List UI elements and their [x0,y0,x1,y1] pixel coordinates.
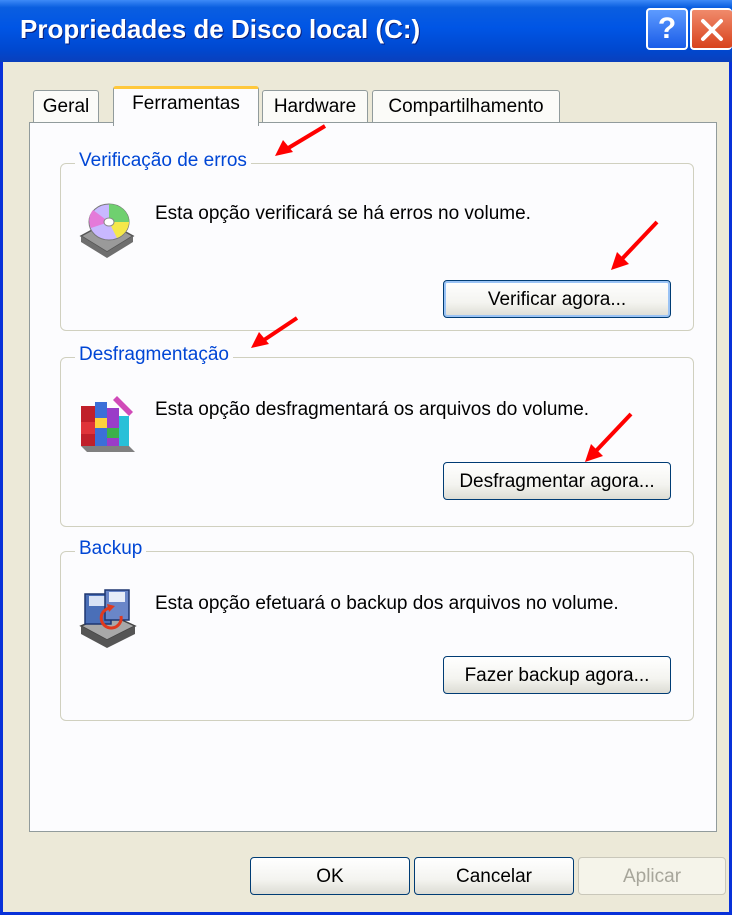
annotation-arrow-icon [275,124,327,156]
tab-label: Ferramentas [132,93,240,114]
backup-description: Esta opção efetuará o backup dos arquivo… [155,593,619,614]
properties-dialog: Propriedades de Disco local (C:) ? Geral… [0,0,732,915]
backup-group: Backup Esta opção efetuará o backup dos … [60,538,694,721]
tab-label: Geral [42,96,90,117]
title-bar[interactable]: Propriedades de Disco local (C:) ? [0,0,732,62]
help-icon: ? [657,12,677,45]
tab-ferramentas[interactable]: Ferramentas [113,86,259,126]
close-icon [701,19,723,41]
cancel-button[interactable]: Cancelar [414,857,574,895]
error-check-group-label: Verificação de erros [75,150,251,172]
defrag-group-label: Desfragmentação [75,344,233,366]
error-check-group: Verificação de erros Esta opção verifica… [60,150,694,331]
ok-button[interactable]: OK [250,857,410,895]
defrag-description: Esta opção desfragmentará os arquivos do… [155,399,590,420]
tab-label: Hardware [273,96,357,117]
backup-icon [79,589,137,648]
tab-compartilhamento[interactable]: Compartilhamento [372,90,560,124]
check-now-button[interactable]: Verificar agora... [443,280,671,318]
backup-now-button[interactable]: Fazer backup agora... [443,656,671,694]
window-title: Propriedades de Disco local (C:) [20,14,421,44]
apply-button[interactable]: Aplicar [578,857,726,895]
defrag-now-button[interactable]: Desfragmentar agora... [443,462,671,500]
error-check-description: Esta opção verificará se há erros no vol… [155,203,531,224]
disk-check-icon [79,203,135,258]
defrag-icon [81,396,135,452]
tab-label: Compartilhamento [388,96,544,117]
help-button[interactable]: ? [646,8,688,50]
backup-group-label: Backup [75,538,147,560]
annotation-arrow-icon [585,412,633,462]
annotation-arrow-icon [251,316,299,348]
tab-hardware[interactable]: Hardware [262,90,368,124]
annotation-arrow-icon [611,220,659,270]
close-button[interactable] [690,8,732,50]
tab-geral[interactable]: Geral [33,90,99,124]
